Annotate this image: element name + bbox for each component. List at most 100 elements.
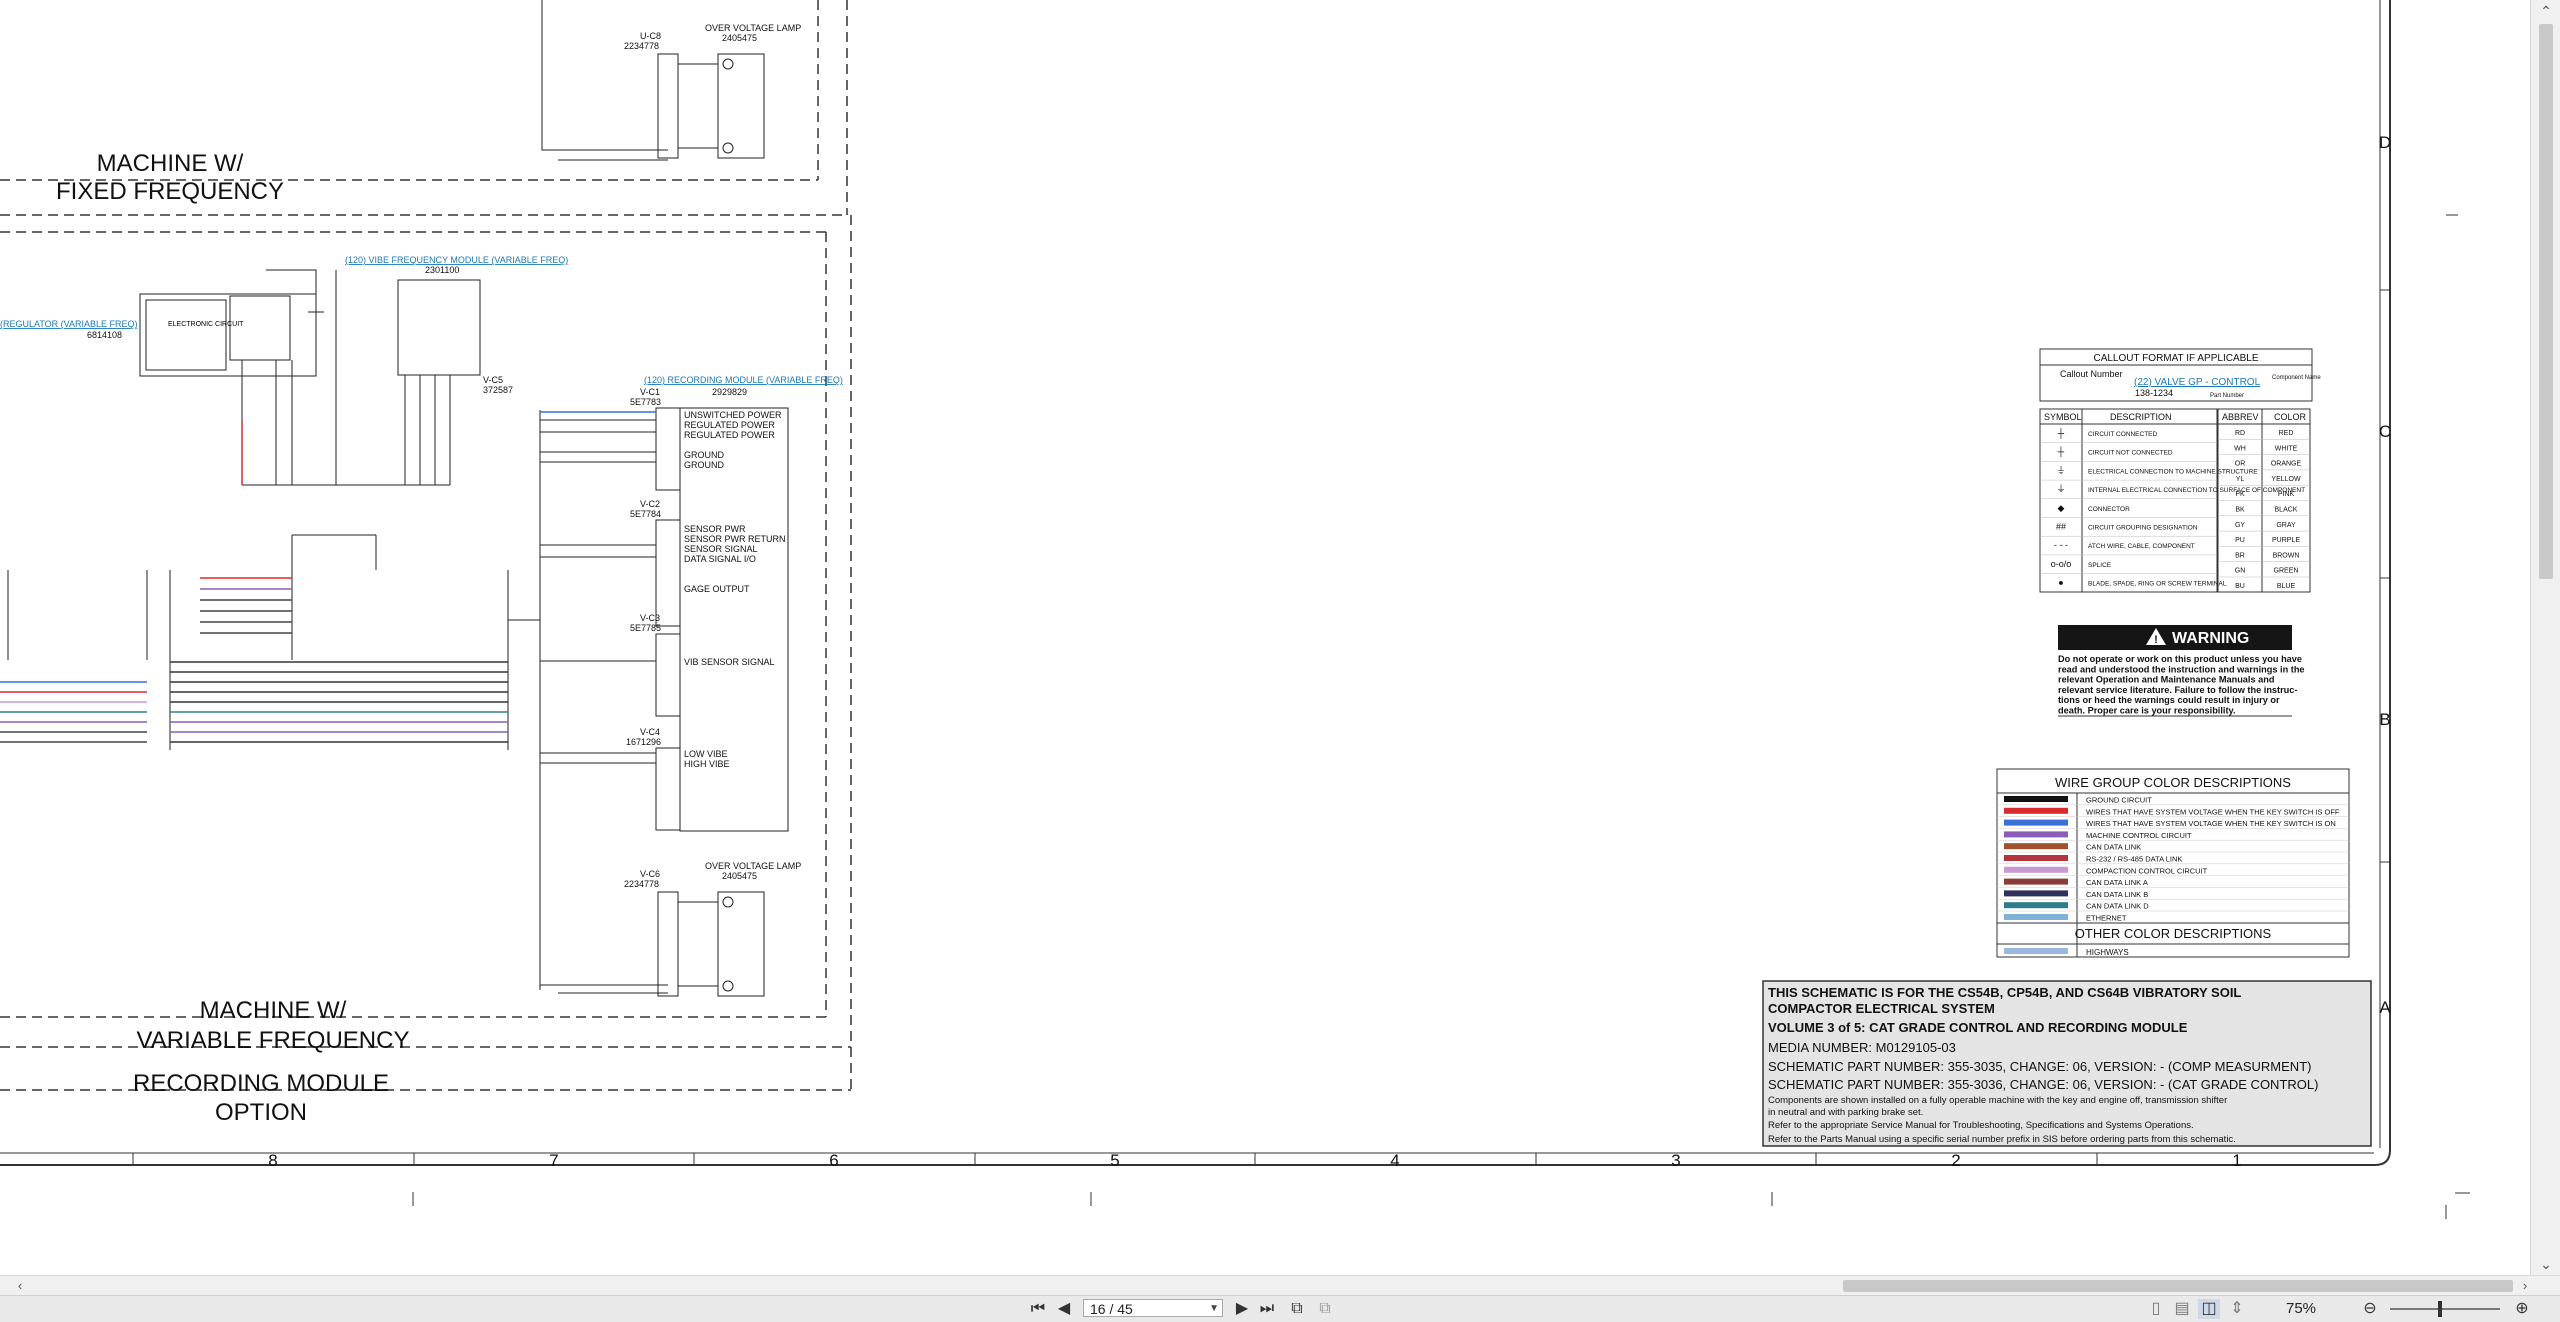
recording-module-link[interactable]: (120) RECORDING MODULE (VARIABLE FREQ) [644,375,843,385]
warning-text: relevant service literature. Failure to … [2058,685,2297,695]
viewer-toolbar: ⏮ ◀ 16 / 45 ▼ ▶ ⏭ ⧉ ⧉ ▯ ▤ ◫ ⇕ 75% ⊖ ⊕ [0,1295,2560,1322]
zone-col-3: 3 [1671,1151,1680,1170]
page-number-input[interactable]: 16 / 45 ▼ [1083,1299,1223,1317]
callout-example-link[interactable]: (22) VALVE GP - CONTROL [2134,377,2261,388]
symbol-description: SPLICE [2088,562,2112,569]
svg-text:V-C5: V-C5 [483,375,503,385]
svg-text:REGULATED POWER: REGULATED POWER [684,420,775,430]
svg-text:1671296: 1671296 [626,737,661,747]
abbrev-color: RED [2279,430,2294,437]
abbrev-code: GN [2235,568,2246,575]
rec-title-2: OPTION [215,1099,307,1126]
zoom-slider[interactable] [2390,1301,2500,1317]
fit-page-icon[interactable]: ⇕ [2226,1299,2248,1319]
wire-group-label: RS-232 / RS-485 DATA LINK [2086,855,2182,864]
symbol-glyph: ┼ [2057,446,2065,458]
svg-text:Part Number: Part Number [2210,393,2244,399]
svg-text:V-C4: V-C4 [640,727,660,737]
next-page-icon[interactable]: ▶ [1232,1299,1252,1319]
wire-group-label: CAN DATA LINK A [2086,878,2148,887]
zoom-in-icon[interactable]: ⊕ [2512,1299,2532,1319]
symbol-description: CIRCUIT GROUPING DESIGNATION [2088,525,2198,532]
svg-text:Component Name: Component Name [2272,375,2321,381]
two-page-icon[interactable]: ◫ [2198,1299,2220,1319]
abbrev-code: PU [2235,537,2245,544]
page-indicator: 16 / 45 [1090,1301,1133,1317]
abbrev-color: BROWN [2273,552,2300,559]
abbrev-color: PINK [2278,491,2295,498]
wire-groups-title: WIRE GROUP COLOR DESCRIPTIONS [2055,775,2291,790]
svg-text:in neutral and with parking br: in neutral and with parking brake set. [1768,1107,1923,1118]
abbrev-code: BU [2235,583,2245,590]
schematic-drawing: 8 7 6 5 4 3 2 1 D C B A MACHINE W/ FIXED… [0,0,2470,1219]
abbrev-code: BR [2235,552,2245,559]
other-colors-title: OTHER COLOR DESCRIPTIONS [2075,926,2272,941]
single-page-icon[interactable]: ▯ [2146,1299,2166,1319]
highway-swatch [2004,948,2068,954]
svg-text:DESCRIPTION: DESCRIPTION [2110,412,2172,422]
horizontal-scrollbar[interactable]: ‹ › [0,1275,2560,1296]
zoom-out-icon[interactable]: ⊖ [2360,1299,2380,1319]
continuous-page-icon[interactable]: ▤ [2172,1299,2192,1319]
svg-text:GROUND: GROUND [684,450,724,460]
svg-text:LOW VIBE: LOW VIBE [684,749,728,759]
abbrev-code: BK [2235,507,2245,514]
abbrev-color: PURPLE [2272,537,2300,544]
svg-text:5E7783: 5E7783 [630,397,661,407]
vibe-module-link[interactable]: (120) VIBE FREQUENCY MODULE (VARIABLE FR… [345,255,568,265]
wire-group-label: ETHERNET [2086,914,2127,923]
zone-col-2: 2 [1951,1151,1960,1170]
wire-color-swatch [2004,843,2068,850]
zone-col-8: 8 [268,1151,277,1170]
abbrev-code: WH [2234,445,2246,452]
svg-text:V-C6: V-C6 [640,869,660,879]
zoom-level[interactable]: 75% [2286,1300,2316,1317]
scroll-up-icon[interactable]: ⌃ [2531,0,2560,22]
svg-text:UNSWITCHED POWER: UNSWITCHED POWER [684,410,782,420]
symbol-glyph: ## [2056,522,2066,532]
svg-text:Refer to the appropriate Servi: Refer to the appropriate Service Manual … [1768,1120,2194,1131]
wire-group-label: COMPACTION CONTROL CIRCUIT [2086,866,2208,875]
regulator-link[interactable]: (REGULATOR (VARIABLE FREQ) [0,319,138,329]
wire-color-swatch [2004,807,2068,814]
wire-color-swatch [2004,902,2068,909]
wire-color-swatch [2004,831,2068,838]
previous-view-icon[interactable]: ⧉ [1286,1299,1308,1319]
callout-title: CALLOUT FORMAT IF APPLICABLE [2093,353,2258,364]
zoom-slider-knob[interactable] [2438,1301,2442,1317]
symbol-glyph: o-o/o [2051,559,2072,569]
symbol-glyph: ◆ [2058,503,2065,513]
svg-text:Callout Number: Callout Number [2060,369,2123,379]
schematic-page: 8 7 6 5 4 3 2 1 D C B A MACHINE W/ FIXED… [0,0,2530,1275]
svg-text:138-1234: 138-1234 [2135,388,2173,398]
first-page-icon[interactable]: ⏮ [1028,1299,1048,1319]
scroll-down-icon[interactable]: ⌄ [2531,1253,2560,1275]
svg-text:DATA SIGNAL I/O: DATA SIGNAL I/O [684,554,756,564]
vertical-scrollbar[interactable]: ⌃ ⌄ [2530,0,2560,1275]
chevron-down-icon[interactable]: ▼ [1209,1300,1219,1318]
next-view-icon[interactable]: ⧉ [1314,1299,1336,1319]
svg-text:2929829: 2929829 [712,387,747,397]
svg-text:Refer to the Parts Manual usin: Refer to the Parts Manual using a specif… [1768,1134,2236,1145]
svg-text:SENSOR PWR RETURN: SENSOR PWR RETURN [684,534,786,544]
abbrev-code: GY [2235,522,2245,529]
previous-page-icon[interactable]: ◀ [1054,1299,1074,1319]
abbrev-color: GREEN [2274,568,2299,575]
horizontal-scroll-thumb[interactable] [1843,1280,2513,1292]
fixed-title-1: MACHINE W/ [97,150,244,177]
title-line-1: THIS SCHEMATIC IS FOR THE CS54B, CP54B, … [1768,985,2241,1000]
scroll-left-icon[interactable]: ‹ [10,1276,30,1296]
warning-text: read and understood the instruction and … [2058,664,2305,674]
zone-col-5: 5 [1110,1151,1119,1170]
media-number: MEDIA NUMBER: M0129105-03 [1768,1040,1956,1055]
scroll-right-icon[interactable]: › [2515,1276,2535,1296]
svg-text:SENSOR PWR: SENSOR PWR [684,524,746,534]
last-page-icon[interactable]: ⏭ [1256,1299,1278,1319]
svg-text:2234778: 2234778 [624,41,659,51]
abbrev-code: OR [2235,461,2246,468]
svg-text:2234778: 2234778 [624,879,659,889]
vertical-scroll-thumb[interactable] [2539,24,2553,579]
var-title-2: VARIABLE FREQUENCY [137,1027,410,1054]
zone-row-a: A [2379,998,2391,1017]
svg-text:V-C1: V-C1 [640,387,660,397]
